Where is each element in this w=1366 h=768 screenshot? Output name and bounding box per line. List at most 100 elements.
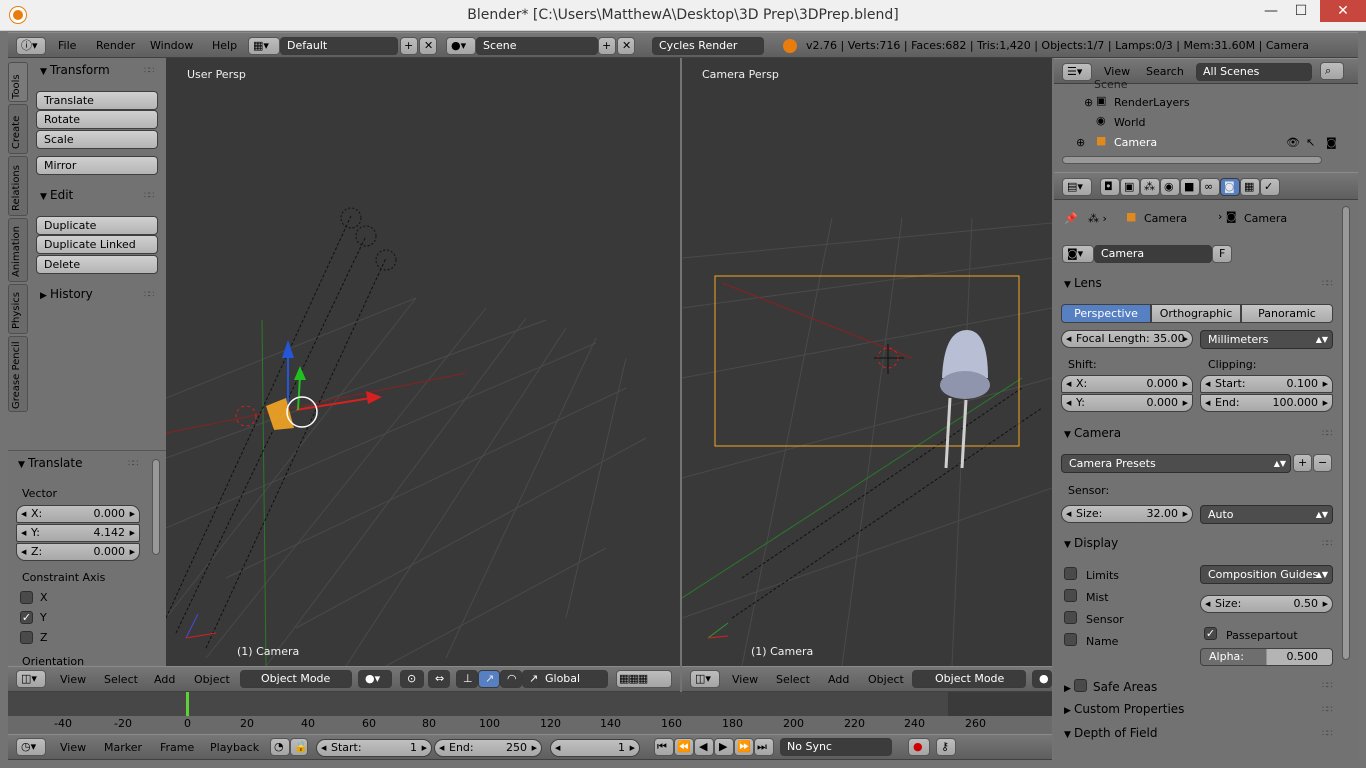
menu-marker[interactable]: Marker [104,741,142,754]
start-frame-field[interactable]: ◀ Start: 1 ▶ [316,739,432,757]
drag-handle-icon[interactable]: ∷∷ [1322,429,1333,439]
menu-select[interactable]: Select [776,673,810,686]
tab-animation[interactable]: Animation [8,218,28,282]
shading-select[interactable]: ●▾ [358,670,392,688]
translate-manipulator-icon[interactable]: ⊥ [456,670,478,688]
jump-start-button[interactable]: ⏮ [654,738,674,756]
render-engine-select[interactable]: Cycles Render [652,37,764,55]
timeline-area[interactable]: -40 -20 0 20 40 60 80 100 120 140 160 18… [8,692,1052,734]
editor-type-menu[interactable]: ☰▾ [1062,63,1092,81]
delete-button[interactable]: Delete [36,255,158,274]
play-button[interactable]: ▶ [714,738,734,756]
menu-render[interactable]: Render [96,39,135,52]
layout-icon-button[interactable]: ▦▾ [248,37,280,55]
expand-icon[interactable]: ⊕ [1084,96,1093,109]
edit-panel-header[interactable]: ▼ Edit [40,188,73,202]
menu-object[interactable]: Object [868,673,904,686]
render-layers-tab-icon[interactable]: ▣ [1120,178,1140,196]
transform-panel-header[interactable]: ▼ Transform [40,63,110,77]
operator-title[interactable]: ▼ Translate [18,456,83,470]
rotate-manipulator-icon[interactable]: ↗ [478,670,500,688]
menu-help[interactable]: Help [212,39,237,52]
display-mode-select[interactable]: All Scenes [1196,63,1312,81]
vector-z-field[interactable]: ◀ Z: 0.000 ▶ [16,543,140,561]
drag-handle-icon[interactable]: ∷∷ [1322,681,1333,691]
texture-tab-icon[interactable]: ▦ [1240,178,1260,196]
camera-data-tab-icon[interactable]: ◙ [1220,178,1240,196]
scene-add-button[interactable]: + [598,37,616,55]
menu-object[interactable]: Object [194,673,230,686]
editor-type-menu[interactable]: ◫▾ [16,670,46,688]
constraint-x-checkbox[interactable] [20,591,33,604]
camera-panel-header[interactable]: ▼ Camera [1064,426,1121,440]
render-camera-icon[interactable]: ◙ [1326,136,1337,149]
sync-mode-select[interactable]: No Sync [780,738,892,756]
end-frame-field[interactable]: ◀ End: 250 ▶ [434,739,542,757]
shift-x-field[interactable]: ◀ X: 0.000 ▶ [1061,375,1193,393]
current-frame-marker[interactable] [186,692,189,716]
layout-field[interactable]: Default [280,37,398,55]
vector-y-field[interactable]: ◀ Y: 4.142 ▶ [16,524,140,542]
menu-view[interactable]: View [1104,65,1130,78]
viewport-camera-persp[interactable]: Camera Persp (1) Camera [682,58,1052,666]
menu-view[interactable]: View [60,673,86,686]
jump-keyframe-back-button[interactable]: ⏪ [674,738,694,756]
pin-icon[interactable]: 📌 [1064,212,1078,225]
passepartout-alpha-field[interactable]: Alpha: 0.500 [1200,648,1333,666]
search-icon[interactable]: ⌕ [1320,62,1344,80]
scene-icon-button[interactable]: ●▾ [446,37,476,55]
fake-user-button[interactable]: F [1212,245,1232,263]
passepartout-checkbox[interactable]: ✓ [1204,627,1217,640]
constraint-y-checkbox[interactable]: ✓ [20,611,33,624]
operator-scrollbar[interactable] [152,459,160,555]
keying-set-icon[interactable]: ⚷ [936,738,956,756]
constraint-z-checkbox[interactable] [20,631,33,644]
mirror-button[interactable]: Mirror [36,156,158,175]
layout-add-button[interactable]: + [400,37,418,55]
menu-window[interactable]: Window [150,39,193,52]
outliner-item-world[interactable]: World [1114,116,1146,129]
name-checkbox[interactable] [1064,633,1077,646]
orientation-select[interactable]: Global [538,670,608,688]
sensor-checkbox[interactable] [1064,611,1077,624]
shift-y-field[interactable]: ◀ Y: 0.000 ▶ [1061,394,1193,412]
outliner-item-renderlayers[interactable]: RenderLayers [1114,96,1190,109]
eye-icon[interactable]: 👁 [1286,136,1300,149]
remove-preset-button[interactable]: − [1313,454,1332,472]
custom-properties-panel-header[interactable]: ▶ Custom Properties [1064,702,1184,716]
menu-view[interactable]: View [60,741,86,754]
orthographic-toggle[interactable]: Orthographic [1151,304,1241,323]
maximize-button[interactable]: ☐ [1284,0,1318,22]
sensor-fit-select[interactable]: Auto ▲▼ [1200,505,1333,524]
mode-select[interactable]: Object Mode [240,670,352,688]
layout-remove-button[interactable]: ✕ [419,37,437,55]
camera-presets-menu[interactable]: Camera Presets ▲▼ [1061,454,1291,473]
timeline-ruler[interactable] [8,716,1052,734]
play-reverse-button[interactable]: ◀ [694,738,714,756]
add-preset-button[interactable]: + [1293,454,1312,472]
editor-type-menu[interactable]: ⓘ▾ [16,37,46,55]
drag-handle-icon[interactable]: ∷∷ [144,191,155,201]
display-size-field[interactable]: ◀ Size: 0.50 ▶ [1200,595,1333,613]
display-panel-header[interactable]: ▼ Display [1064,536,1118,550]
menu-playback[interactable]: Playback [210,741,259,754]
duplicate-linked-button[interactable]: Duplicate Linked [36,235,158,254]
datablock-type-icon[interactable]: ◙▾ [1062,245,1094,263]
constraints-tab-icon[interactable]: ∞ [1200,178,1220,196]
outliner-item-scene[interactable]: Scene [1094,78,1128,91]
scene-field[interactable]: Scene [476,37,598,55]
scene-tab-icon[interactable]: ⁂ [1140,178,1160,196]
duplicate-button[interactable]: Duplicate [36,216,158,235]
history-panel-header[interactable]: ▶ History [40,287,93,301]
rotate-button[interactable]: Rotate [36,110,158,129]
editor-type-menu[interactable]: ◷▾ [16,738,46,756]
translate-button[interactable]: Translate [36,91,158,110]
tab-relations[interactable]: Relations [8,156,28,216]
outliner-item-camera[interactable]: Camera [1114,136,1157,149]
menu-view[interactable]: View [732,673,758,686]
cursor-icon[interactable]: ↖ [1306,136,1315,149]
tab-grease-pencil[interactable]: Grease Pencil [8,336,28,412]
viewport-user-persp[interactable]: User Persp (1) Camera [166,58,680,666]
current-frame-field[interactable]: ◀ 1 ▶ [550,739,640,757]
world-tab-icon[interactable]: ◉ [1160,178,1180,196]
